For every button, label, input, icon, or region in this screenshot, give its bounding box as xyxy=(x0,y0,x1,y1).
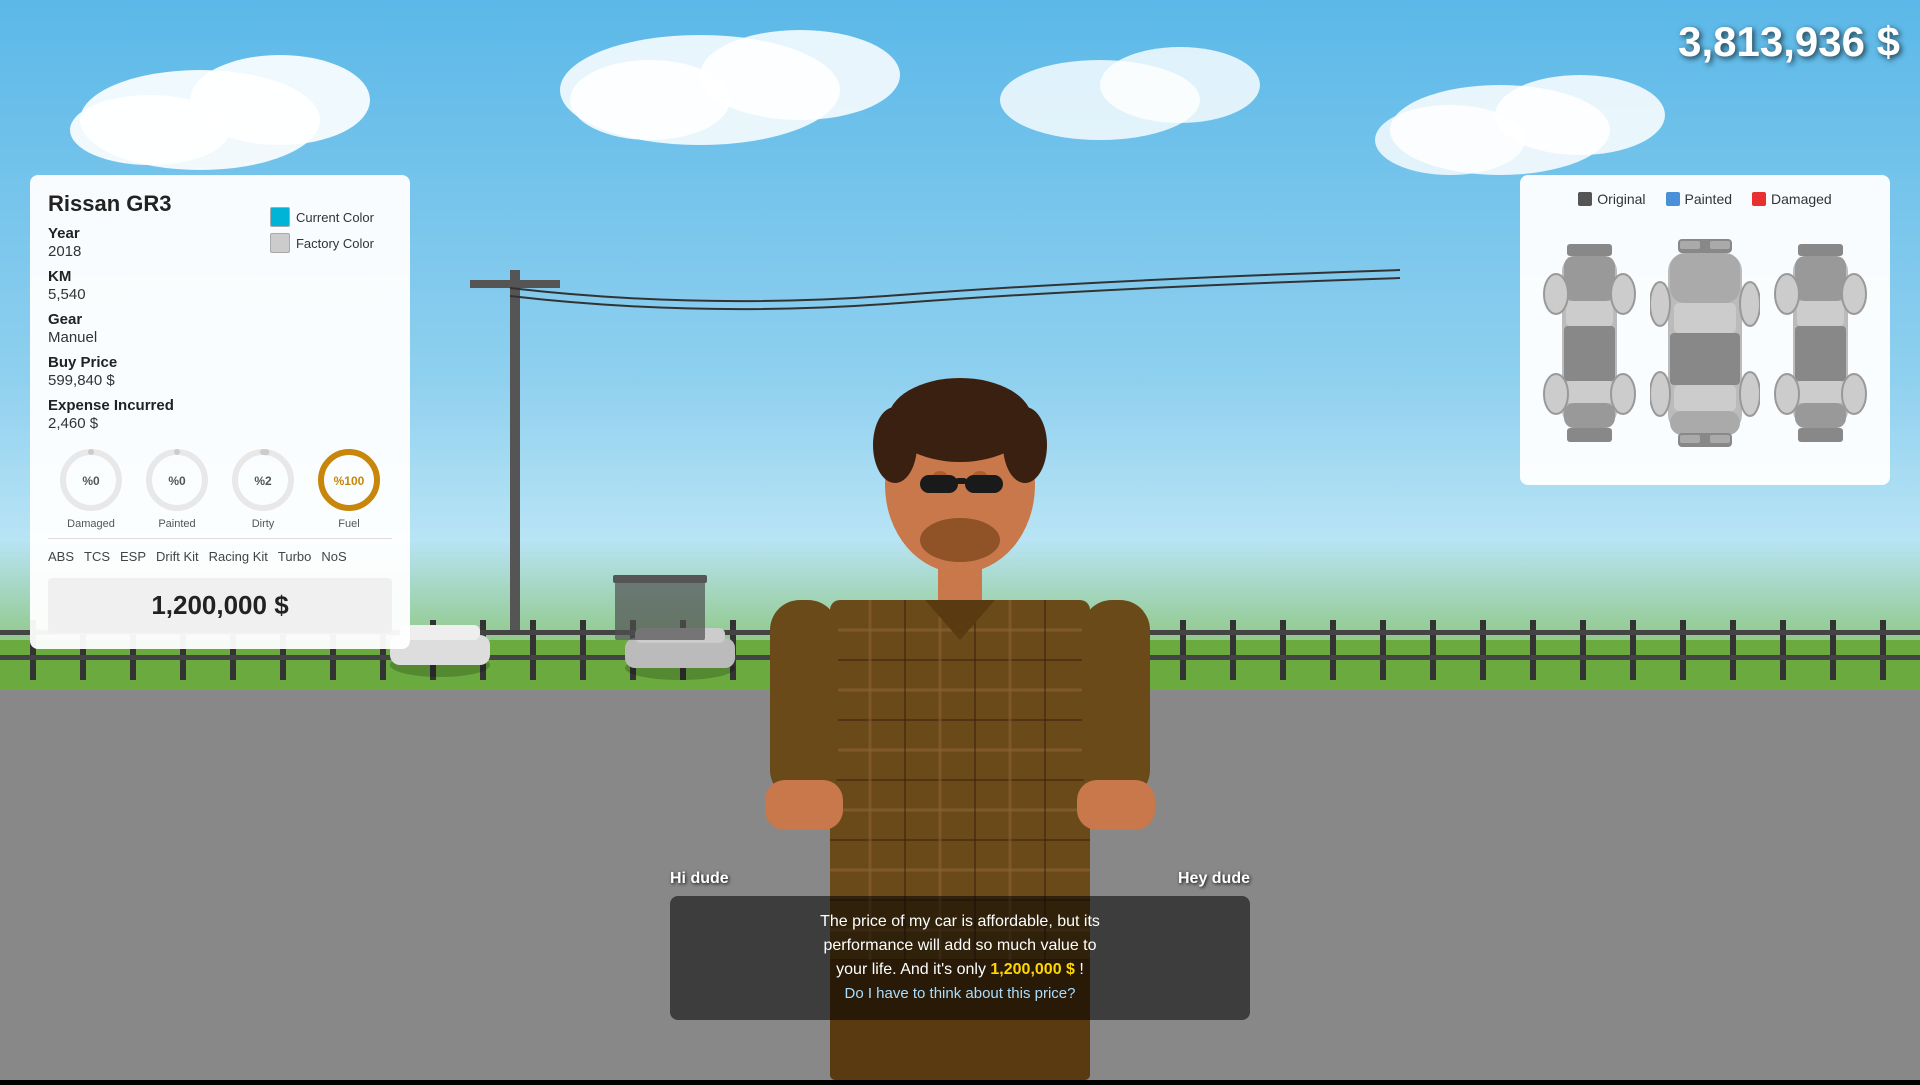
car-info-panel: Rissan GR3 Current Color Factory Color Y… xyxy=(30,175,410,649)
current-color-swatch xyxy=(270,207,290,227)
expense-value: 2,460 $ xyxy=(48,415,392,432)
speaker-left: Hi dude xyxy=(670,870,729,890)
feature-drift: Drift Kit xyxy=(156,549,199,564)
dialogue-highlight: 1,200,000 $ xyxy=(990,961,1075,978)
current-color-label: Current Color xyxy=(296,210,374,225)
car-diagram-right xyxy=(1773,229,1868,459)
gear-value: Manuel xyxy=(48,329,392,346)
car-diagram-panel: Original Painted Damaged xyxy=(1520,175,1890,485)
svg-text:%2: %2 xyxy=(254,474,272,488)
legend-painted: Painted xyxy=(1666,191,1732,207)
color-indicators: Current Color Factory Color xyxy=(270,207,374,253)
svg-text:%0: %0 xyxy=(168,474,186,488)
svg-text:%100: %100 xyxy=(334,474,365,488)
factory-color-label: Factory Color xyxy=(296,236,374,251)
feature-abs: ABS xyxy=(48,549,74,564)
features-row: ABS TCS ESP Drift Kit Racing Kit Turbo N… xyxy=(48,538,392,564)
svg-text:%0: %0 xyxy=(82,474,100,488)
dialogue-line1: The price of my car is affordable, but i… xyxy=(820,913,1100,930)
dirty-gauge: %2 Dirty xyxy=(229,446,297,530)
dialogue-line3: your life. And it's only xyxy=(836,961,986,978)
km-value: 5,540 xyxy=(48,286,392,303)
buy-price-value: 599,840 $ xyxy=(48,372,392,389)
car-diagram-center xyxy=(1650,229,1760,459)
painted-gauge: %0 Painted xyxy=(143,446,211,530)
damaged-gauge: %0 Damaged xyxy=(57,446,125,530)
legend-painted-label: Painted xyxy=(1685,191,1732,207)
feature-nos: NoS xyxy=(321,549,346,564)
feature-tcs: TCS xyxy=(84,549,110,564)
feature-racing: Racing Kit xyxy=(209,549,268,564)
dirty-label: Dirty xyxy=(252,518,275,530)
gear-label: Gear xyxy=(48,311,392,328)
factory-color-row: Factory Color xyxy=(270,233,374,253)
painted-label: Painted xyxy=(158,518,195,530)
feature-esp: ESP xyxy=(120,549,146,564)
dialogue-container: Hi dude Hey dude The price of my car is … xyxy=(670,870,1250,1020)
dialogue-line2: performance will add so much value to xyxy=(823,937,1096,954)
painted-gauge-svg: %0 xyxy=(143,446,211,514)
legend-damaged-dot xyxy=(1752,192,1766,206)
gauges-row: %0 Damaged %0 Painted %2 Dirty xyxy=(48,446,392,530)
factory-color-swatch xyxy=(270,233,290,253)
speaker-right: Hey dude xyxy=(1178,870,1250,888)
km-label: KM xyxy=(48,268,392,285)
legend-damaged-label: Damaged xyxy=(1771,191,1832,207)
current-color-row: Current Color xyxy=(270,207,374,227)
dialogue-box: The price of my car is affordable, but i… xyxy=(670,896,1250,1020)
fuel-label: Fuel xyxy=(338,518,359,530)
dirty-gauge-svg: %2 xyxy=(229,446,297,514)
diagram-legend: Original Painted Damaged xyxy=(1536,191,1874,207)
damaged-label: Damaged xyxy=(67,518,115,530)
fuel-gauge: %100 Fuel xyxy=(315,446,383,530)
dialogue-line4: ! xyxy=(1079,961,1083,978)
legend-damaged: Damaged xyxy=(1752,191,1832,207)
dialogue-question: Do I have to think about this price? xyxy=(845,985,1076,1002)
legend-original-label: Original xyxy=(1597,191,1645,207)
car-diagram-left xyxy=(1542,229,1637,459)
fuel-gauge-svg: %100 xyxy=(315,446,383,514)
car-diagrams xyxy=(1536,219,1874,469)
expense-label: Expense Incurred xyxy=(48,397,392,414)
money-display: 3,813,936 $ xyxy=(1678,18,1900,66)
legend-painted-dot xyxy=(1666,192,1680,206)
sell-price: 1,200,000 $ xyxy=(48,578,392,633)
feature-turbo: Turbo xyxy=(278,549,311,564)
damaged-gauge-svg: %0 xyxy=(57,446,125,514)
legend-original: Original xyxy=(1578,191,1645,207)
buy-price-label: Buy Price xyxy=(48,354,392,371)
legend-original-dot xyxy=(1578,192,1592,206)
